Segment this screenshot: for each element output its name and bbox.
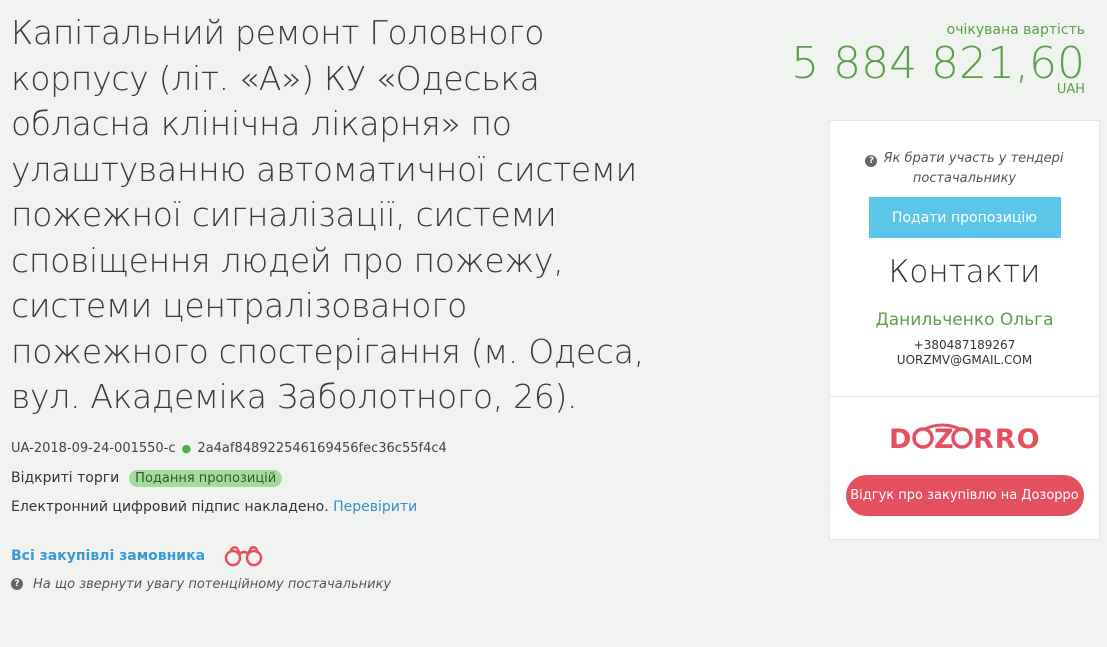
supplier-hint-row[interactable]: ? На що звернути увагу потенційному пост… [11, 577, 651, 592]
tender-id: UA-2018-09-24-001550-c [11, 440, 176, 456]
tender-ids: UA-2018-09-24-001550-c ● 2a4af8489225461… [11, 441, 651, 456]
dozorro-logo-image: D Z RRO [889, 423, 1041, 455]
signature-text: Електронний цифровий підпис накладено. [11, 498, 329, 515]
tender-hash: 2a4af848922546169456fec36c55f4c4 [197, 440, 447, 456]
how-to-participate[interactable]: ? Як брати участь у тендері постачальнику [830, 121, 1099, 189]
question-icon: ? [11, 578, 23, 590]
svg-text:D: D [889, 424, 912, 455]
dozorro-feedback-button[interactable]: Відгук про закупівлю на Дозорро [845, 475, 1084, 516]
participation-section: ? Як брати участь у тендері постачальнику… [830, 121, 1099, 397]
how-to-text[interactable]: Як брати участь у тендері постачальнику [883, 151, 1063, 186]
verify-signature-link[interactable]: Перевірити [333, 499, 417, 515]
all-purchases-row: Всі закупівлі замовника [11, 545, 651, 567]
question-icon: ? [865, 155, 878, 167]
dot-icon: ● [181, 441, 192, 455]
contact-email: UORZMV@GMAIL.COM [896, 353, 1033, 367]
price-value: 5 884 821,60 [791, 38, 1085, 89]
dozorro-section: D Z RRO Відгук про закупівлю на Дозорро [830, 397, 1099, 516]
procedure-type: Відкриті торги [11, 470, 120, 486]
price-label: очікувана вартість [946, 22, 1085, 38]
contacts-title: Контакти [888, 254, 1041, 290]
status-badge: Подання пропозицій [129, 469, 283, 487]
svg-text:Z: Z [934, 424, 954, 455]
submit-proposal-button[interactable]: Подати пропозицію [868, 197, 1061, 238]
binoculars-icon[interactable] [223, 545, 265, 567]
supplier-hint[interactable]: На що звернути увагу потенційному постач… [33, 577, 391, 592]
price-block: очікувана вартість 5 884 821,60 UAH [785, 22, 1085, 97]
contact-phone: +380487189267 [913, 338, 1016, 352]
sidebar-card: ? Як брати участь у тендері постачальнику… [829, 120, 1100, 540]
signature-row: Електронний цифровий підпис накладено. П… [11, 499, 651, 515]
tender-title: Капітальний ремонт Головного корпусу (лі… [11, 13, 644, 416]
tender-main: Капітальний ремонт Головного корпусу (лі… [11, 10, 651, 592]
contact-name: Данильченко Ольга [875, 310, 1054, 330]
dozorro-logo: D Z RRO [830, 421, 1099, 455]
svg-text:RRO: RRO [973, 424, 1041, 455]
all-purchases-link[interactable]: Всі закупівлі замовника [11, 548, 205, 564]
procedure-row: Відкриті торги Подання пропозицій [11, 469, 651, 487]
